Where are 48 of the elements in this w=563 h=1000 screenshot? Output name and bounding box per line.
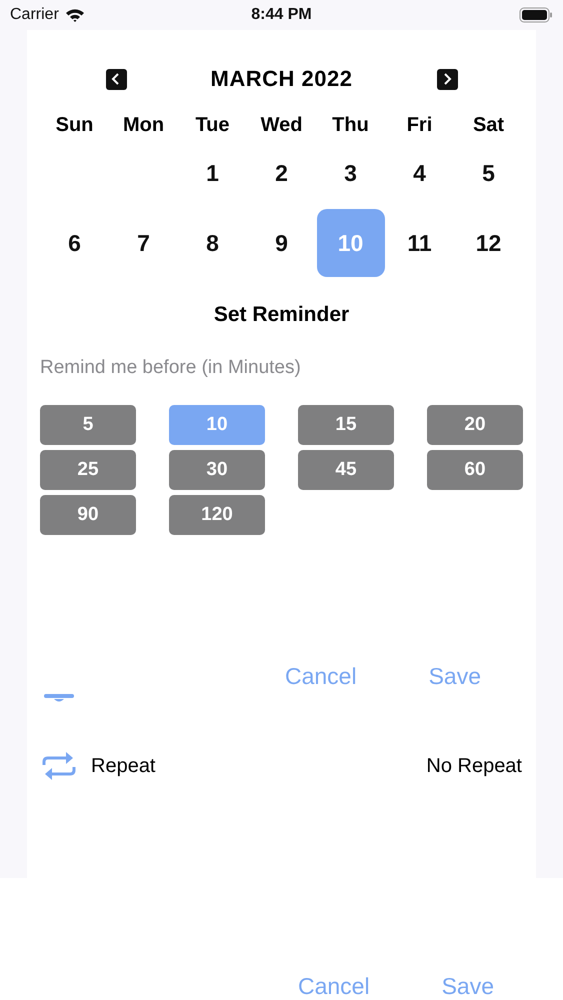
minutes-option[interactable]: 45 [298,450,394,490]
weekday-label: Mon [122,114,164,137]
weekday-label: Tue [195,114,230,137]
chevron-right-icon [442,73,452,85]
calendar-day[interactable]: 3 [316,139,384,207]
weekday-label: Sat [472,114,504,137]
minutes-option[interactable]: 15 [298,405,394,445]
minutes-option[interactable]: 25 [40,450,136,490]
previous-month-button[interactable] [106,68,126,90]
minutes-option[interactable]: 120 [169,495,265,535]
calendar-day[interactable]: 8 [178,209,246,277]
minutes-option[interactable]: 90 [40,495,136,535]
reminder-icon [43,694,75,704]
minutes-option[interactable]: 20 [427,405,523,445]
minutes-option[interactable]: 10 [169,405,265,445]
calendar-day[interactable]: 5 [454,139,522,207]
status-time: 8:44 PM [250,6,313,24]
carrier-label: Carrier [10,6,59,24]
repeat-value[interactable]: No Repeat [426,754,522,778]
calendar-day[interactable]: 10 [316,209,384,277]
weekday-label: Wed [260,114,302,137]
weekday-label: Fri [406,114,432,137]
calendar-day[interactable]: 2 [248,139,316,207]
chevron-left-icon [111,73,121,85]
save-button[interactable]: Save [428,663,481,690]
minutes-option[interactable]: 5 [40,405,136,445]
next-month-button[interactable] [436,68,458,90]
save-button[interactable]: Save [442,973,494,1000]
battery-icon [519,7,553,23]
calendar-day[interactable]: 12 [454,209,522,277]
calendar-day[interactable]: 9 [248,209,316,277]
calendar-day[interactable]: 1 [178,139,246,207]
reminder-subtitle: Remind me before (in Minutes) [40,357,302,379]
reminder-title: Set Reminder [214,303,350,327]
cancel-button[interactable]: Cancel [298,973,370,1000]
minutes-option[interactable]: 30 [169,450,265,490]
calendar-day[interactable]: 7 [110,209,178,277]
wifi-icon [64,8,85,22]
month-title: MARCH 2022 [210,66,354,92]
repeat-label: Repeat [91,754,156,778]
repeat-icon [42,751,76,781]
weekday-label: Thu [332,114,369,137]
weekday-label: Sun [56,114,94,137]
minutes-option[interactable]: 60 [427,450,523,490]
calendar-day[interactable]: 11 [386,209,454,277]
calendar-day[interactable]: 6 [40,209,108,277]
calendar-day[interactable]: 4 [386,139,454,207]
cancel-button[interactable]: Cancel [284,663,357,690]
